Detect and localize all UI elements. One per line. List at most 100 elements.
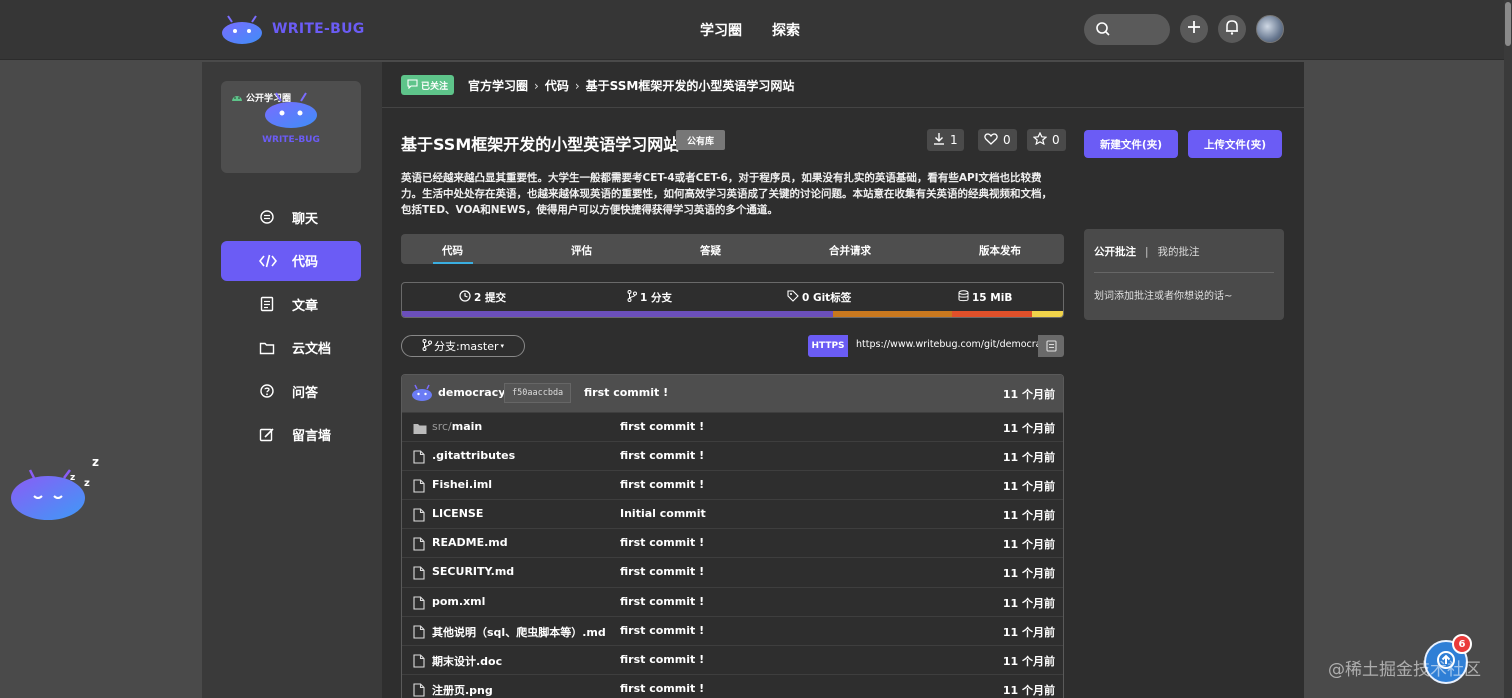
breadcrumb-item[interactable]: 基于SSM框架开发的小型英语学习网站 [586,77,795,94]
sidebar-item-code[interactable]: 代码 [221,240,361,281]
file-commit-time: 11 个月前 [1002,596,1055,610]
new-file-button[interactable]: 新建文件(夹) [1084,130,1178,158]
file-name[interactable]: 期末设计.doc [432,653,502,669]
tab-qa[interactable]: 答疑 [700,243,721,258]
file-row[interactable]: pom.xml first commit ! 11 个月前 [402,586,1063,616]
search-box[interactable] [1084,14,1170,45]
user-avatar[interactable] [1256,15,1284,43]
file-row[interactable]: LICENSE Initial commit 11 个月前 [402,499,1063,528]
file-name[interactable]: LICENSE [432,507,483,520]
sidebar-item-cloud-docs[interactable]: 云文档 [221,328,361,368]
page-scrollbar[interactable] [1504,0,1512,698]
tab-code[interactable]: 代码 [442,243,463,258]
star-button[interactable]: 0 [1027,129,1066,151]
scrollbar-thumb[interactable] [1505,2,1511,46]
file-commit-message[interactable]: first commit ! [620,449,704,462]
add-button[interactable] [1180,15,1208,43]
follow-label: 已关注 [421,81,449,92]
file-commit-message[interactable]: first commit ! [620,624,704,637]
file-row[interactable]: README.md first commit ! 11 个月前 [402,528,1063,557]
branches-count: 1 分支 [640,292,672,304]
commits-count: 2 提交 [474,292,506,304]
file-commit-time: 11 个月前 [1002,451,1055,465]
file-icon [413,507,425,526]
breadcrumb-bar: 已关注 官方学习圈 › 代码 › 基于SSM框架开发的小型英语学习网站 [382,62,1304,108]
file-row[interactable]: SECURITY.md first commit ! 11 个月前 [402,557,1063,586]
branch-icon [627,290,637,305]
brand-logo[interactable]: WRITE-BUG [220,14,365,44]
file-row[interactable]: 其他说明（sql、爬虫脚本等）.md first commit ! 11 个月前 [402,615,1063,645]
file-name[interactable]: README.md [432,536,508,549]
file-icon [413,536,425,555]
commit-hash[interactable]: f50aaccbda [504,383,572,403]
annotation-panel: 公开批注 | 我的批注 划词添加批注或者你想说的话~ [1084,229,1284,320]
commits-stat[interactable]: 2 提交 [459,290,506,305]
file-name[interactable]: src/main [432,420,482,433]
bell-icon [1225,19,1239,39]
commit-author[interactable]: democracy [438,386,505,399]
owner-mascot-icon [411,384,433,405]
branch-selector[interactable]: 分支:master ▾ [401,335,525,357]
file-commit-message[interactable]: first commit ! [620,565,704,578]
file-row[interactable]: .gitattributes first commit ! 11 个月前 [402,441,1063,470]
file-row[interactable]: 注册页.png first commit ! 11 个月前 [402,673,1063,698]
sidebar-item-chat[interactable]: 聊天 [221,197,361,237]
branch-label: 分支:master [433,340,499,353]
file-row[interactable]: Fishei.iml first commit ! 11 个月前 [402,470,1063,499]
sidebar-item-label: 代码 [292,255,319,270]
breadcrumb-item[interactable]: 官方学习圈 [468,77,528,94]
watermark-text: @稀土掘金技术社区 [1328,660,1481,680]
sidebar-menu: 聊天 代码 文章 云文档 问答 留言墙 [221,197,361,458]
chevron-right-icon: › [534,78,539,93]
file-commit-message[interactable]: first commit ! [620,595,704,608]
file-name[interactable]: .gitattributes [432,449,515,462]
sleeping-mascot-icon[interactable]: z z z [8,452,108,532]
notifications-button[interactable] [1218,15,1246,43]
file-name[interactable]: 注册页.png [432,682,493,698]
language-bar-segment [832,311,953,317]
file-commit-message[interactable]: first commit ! [620,420,704,433]
language-bar-segment [952,311,1032,317]
annotation-hint: 划词添加批注或者你想说的话~ [1094,291,1233,302]
folder-icon [259,340,275,356]
file-name[interactable]: Fishei.iml [432,478,492,491]
tab-my-annotations[interactable]: 我的批注 [1158,244,1200,259]
nav-explore[interactable]: 探索 [772,20,800,40]
file-commit-message[interactable]: first commit ! [620,536,704,549]
tab-releases[interactable]: 版本发布 [979,243,1021,258]
tab-evaluation[interactable]: 评估 [571,243,592,258]
file-name[interactable]: 其他说明（sql、爬虫脚本等）.md [432,624,606,640]
file-row[interactable]: 期末设计.doc first commit ! 11 个月前 [402,644,1063,674]
heart-icon [984,132,998,148]
repo-main: 已关注 官方学习圈 › 代码 › 基于SSM框架开发的小型英语学习网站 基于SS… [382,62,1304,698]
file-commit-message[interactable]: first commit ! [620,682,704,695]
breadcrumb-item[interactable]: 代码 [545,77,569,94]
like-button[interactable]: 0 [978,129,1017,151]
file-commit-message[interactable]: Initial commit [620,507,706,520]
file-name[interactable]: SECURITY.md [432,565,514,578]
sidebar-item-qa[interactable]: 问答 [221,371,361,411]
sidebar-item-article[interactable]: 文章 [221,284,361,324]
annotation-tabs: 公开批注 | 我的批注 [1094,244,1200,259]
sidebar-item-message-wall[interactable]: 留言墙 [221,415,361,455]
tab-merge-requests[interactable]: 合并请求 [829,243,871,258]
follow-button[interactable]: 已关注 [401,75,455,95]
branches-stat[interactable]: 1 分支 [627,290,672,305]
download-button[interactable]: 1 [927,129,964,151]
clone-protocol-button[interactable]: HTTPS [808,335,848,357]
file-row[interactable]: src/main first commit ! 11 个月前 [402,412,1063,441]
file-name[interactable]: pom.xml [432,595,485,608]
tab-public-annotations[interactable]: 公开批注 [1094,244,1136,259]
nav-study-circle[interactable]: 学习圈 [700,20,742,40]
study-group-card[interactable]: 公开学习圈 WRITE-BUG [221,81,361,173]
tags-stat[interactable]: 0 Git标签 [787,290,851,305]
file-commit-message[interactable]: first commit ! [620,653,704,666]
upload-file-button[interactable]: 上传文件(夹) [1188,130,1282,158]
copy-button[interactable] [1038,335,1064,357]
annotation-divider [1094,272,1274,273]
file-commit-message[interactable]: first commit ! [620,478,704,491]
clone-url-input[interactable]: https://www.writebug.com/git/democracy [848,335,1038,357]
edit-icon [259,427,275,443]
repo-title: 基于SSM框架开发的小型英语学习网站 [401,135,680,154]
commit-message[interactable]: first commit ! [584,386,668,399]
